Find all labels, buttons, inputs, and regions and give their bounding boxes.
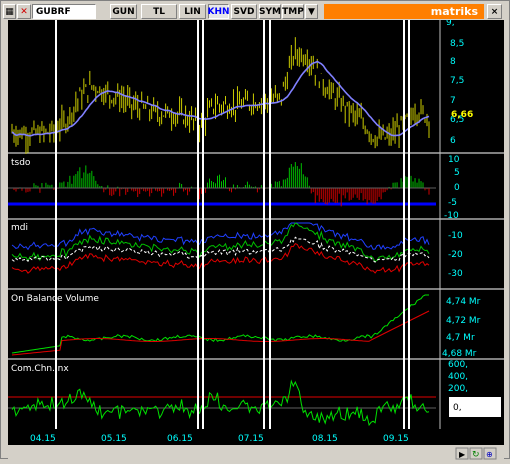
button-svd[interactable]: SVD: [231, 4, 257, 19]
chart-window: ▦ ✕ GUBRF GUN TL LIN KHN SVD SYM TMP ▼ m…: [0, 0, 510, 460]
mdi-green-line: [11, 222, 430, 263]
button-khn[interactable]: KHN: [207, 4, 230, 19]
mdi-tick: -30: [448, 269, 463, 279]
toolbar: ▦ ✕ GUBRF GUN TL LIN KHN SVD SYM TMP ▼ m…: [3, 3, 507, 20]
button-lin[interactable]: LIN: [179, 4, 206, 19]
horizontal-scrollbar[interactable]: ▶ ↻ ⊕: [8, 445, 504, 460]
time-tick: 05.15: [101, 434, 127, 444]
mdi-panel: [11, 222, 430, 274]
close-button[interactable]: ×: [487, 4, 502, 19]
price-tick: 9,: [446, 20, 455, 28]
price-panel: [11, 37, 430, 154]
lock-icon[interactable]: ▦: [3, 4, 16, 19]
last-price-label: 6,66: [451, 110, 473, 120]
tsdo-tick: 10: [448, 155, 460, 165]
tsdo-tick: -5: [448, 198, 457, 208]
cci-panel: [8, 379, 436, 427]
obv-tick: 4,74 Mr: [446, 297, 481, 307]
tsdo-tick: -10: [444, 211, 459, 221]
moving-average-line: [11, 60, 430, 137]
chevron-right-icon: ▶: [459, 450, 466, 459]
button-tmp[interactable]: TMP: [282, 4, 304, 19]
price-tick: 8,5: [450, 39, 464, 49]
time-tick: 06.15: [167, 434, 193, 444]
scrollbar-track[interactable]: [8, 447, 504, 460]
zoom-icon: ⊕: [486, 450, 493, 459]
mdi-tick: -10: [448, 231, 463, 241]
chart-svg: 9, 8,5 8 7,5 7 6,5 6 6,66 tsdo 10 5 0 -5…: [8, 18, 504, 429]
obv-tick: 4,68 Mr: [442, 349, 477, 359]
time-axis: 04.15 05.15 06.15 07.15 08.15 09.15: [8, 429, 504, 445]
cci-value: 0,: [453, 403, 462, 413]
tsdo-panel: [8, 162, 436, 207]
cci-tick: 200,: [448, 384, 468, 394]
cci-tick: 600,: [448, 360, 468, 370]
symbol-flag-icon[interactable]: ✕: [17, 4, 31, 19]
time-tick: 07.15: [238, 434, 264, 444]
cci-line: [11, 379, 430, 427]
price-tick: 7: [450, 96, 456, 106]
period-markers: [55, 20, 410, 429]
obv-tick: 4,7 Mr: [446, 333, 475, 343]
button-sym[interactable]: SYM: [259, 4, 281, 19]
cci-tick: 400,: [448, 372, 468, 382]
mdi-red-line: [11, 242, 430, 274]
price-tick: 8: [450, 57, 456, 67]
button-tl[interactable]: TL: [141, 4, 177, 19]
scrollbar-svg: ▶ ↻ ⊕: [8, 447, 504, 460]
price-tick: 7,5: [450, 76, 464, 86]
time-axis-svg: 04.15 05.15 06.15 07.15 08.15 09.15: [30, 434, 409, 444]
tsdo-label: tsdo: [11, 158, 31, 168]
obv-tick: 4,72 Mr: [446, 316, 481, 326]
price-tick: 6: [450, 136, 456, 146]
mdi-tick: -20: [448, 250, 463, 260]
time-tick: 09.15: [383, 434, 409, 444]
brand-logo: matriks: [324, 4, 484, 19]
mdi-label: mdi: [11, 223, 28, 233]
tsdo-tick: 0: [454, 183, 460, 193]
symbol-input[interactable]: GUBRF: [32, 4, 96, 19]
cci-label: Com.Chn.Inx: [11, 364, 69, 374]
obv-panel: [11, 294, 430, 356]
button-gun[interactable]: GUN: [110, 4, 137, 19]
time-tick: 08.15: [312, 434, 338, 444]
mdi-white-line: [11, 236, 430, 263]
tsdo-tick: 5: [454, 168, 460, 178]
time-tick: 04.15: [30, 434, 56, 444]
chart-area[interactable]: 9, 8,5 8 7,5 7 6,5 6 6,66 tsdo 10 5 0 -5…: [8, 18, 504, 429]
obv-signal-line: [11, 310, 430, 356]
dropdown-arrow-button[interactable]: ▼: [305, 4, 318, 19]
